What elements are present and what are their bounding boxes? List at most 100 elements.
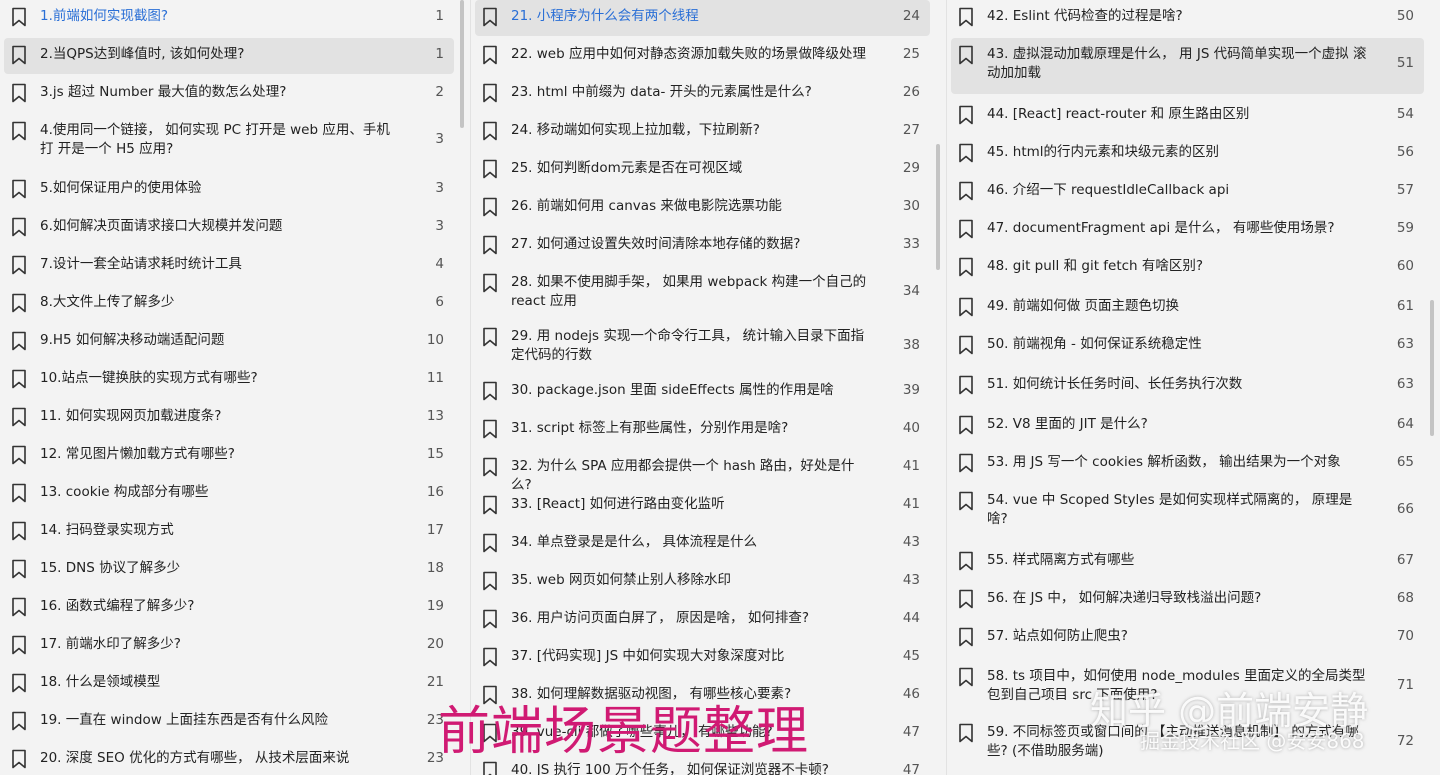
bookmark-page-number: 63: [1396, 336, 1414, 352]
bookmark-item[interactable]: 10.站点一键换肤的实现方式有哪些? 11: [4, 362, 454, 398]
bookmark-item[interactable]: 18. 什么是领域模型 21: [4, 666, 454, 702]
bookmark-icon: [10, 217, 28, 239]
bookmark-item[interactable]: 48. git pull 和 git fetch 有啥区别? 60: [951, 250, 1424, 286]
bookmark-item[interactable]: 54. vue 中 Scoped Styles 是如何实现样式隔离的， 原理是 …: [951, 484, 1424, 540]
bookmark-label: 22. web 应用中如何对静态资源加载失败的场景做降级处理: [511, 46, 866, 62]
bookmark-label: 56. 在 JS 中， 如何解决递归导致栈溢出问题?: [987, 590, 1262, 606]
bookmark-icon: [957, 257, 975, 279]
bookmark-icon: [10, 559, 28, 581]
bookmark-item[interactable]: 4.使用同一个链接， 如何实现 PC 打开是 web 应用、手机打 开是一个 H…: [4, 114, 454, 170]
bookmark-item[interactable]: 57. 站点如何防止爬虫? 70: [951, 620, 1424, 656]
bookmark-item[interactable]: 5.如何保证用户的使用体验 3: [4, 172, 454, 208]
bookmark-item[interactable]: 12. 常见图片懒加载方式有哪些? 15: [4, 438, 454, 474]
bookmark-item[interactable]: 47. documentFragment api 是什么， 有哪些使用场景? 59: [951, 212, 1424, 248]
bookmark-icon: [957, 335, 975, 357]
bookmark-icon: [481, 533, 499, 555]
bookmark-item[interactable]: 15. DNS 协议了解多少 18: [4, 552, 454, 588]
bookmark-item[interactable]: 43. 虚拟混动加载原理是什么， 用 JS 代码简单实现一个虚拟 滚动加加载 51: [951, 38, 1424, 94]
bookmark-page-number: 41: [902, 458, 920, 474]
bookmark-item[interactable]: 16. 函数式编程了解多少? 19: [4, 590, 454, 626]
bookmark-icon: [957, 453, 975, 475]
bookmark-label: 46. 介绍一下 requestIdleCallback api: [987, 182, 1230, 198]
bookmark-item[interactable]: 32. 为什么 SPA 应用都会提供一个 hash 路由，好处是什么? 41: [475, 450, 930, 493]
bookmark-icon: [957, 143, 975, 165]
bookmark-label: 21. 小程序为什么会有两个线程: [511, 8, 699, 24]
bookmark-label: 11. 如何实现网页加载进度条?: [40, 408, 222, 424]
bookmark-item[interactable]: 8.大文件上传了解多少 6: [4, 286, 454, 322]
bookmark-item[interactable]: 22. web 应用中如何对静态资源加载失败的场景做降级处理 25: [475, 38, 930, 74]
bookmark-item[interactable]: 11. 如何实现网页加载进度条? 13: [4, 400, 454, 436]
scrollbar-column-1[interactable]: [460, 0, 464, 128]
bookmark-item[interactable]: 42. Eslint 代码检查的过程是啥? 50: [951, 0, 1424, 34]
bookmark-item[interactable]: 50. 前端视角 - 如何保证系统稳定性 63: [951, 328, 1424, 364]
bookmark-column-2: 21. 小程序为什么会有两个线程 24 22. web 应用中如何对静态资源加载失败…: [470, 0, 946, 775]
bookmark-item[interactable]: 35. web 网页如何禁止别人移除水印 43: [475, 564, 930, 600]
bookmark-item[interactable]: 14. 扫码登录实现方式 17: [4, 514, 454, 550]
bookmark-item[interactable]: 55. 样式隔离方式有哪些 67: [951, 544, 1424, 580]
bookmark-label: 36. 用户访问页面白屏了， 原因是啥， 如何排查?: [511, 610, 810, 626]
bookmark-item[interactable]: 37. [代码实现] JS 中如何实现大对象深度对比 45: [475, 640, 930, 676]
bookmark-label: 42. Eslint 代码检查的过程是啥?: [987, 8, 1183, 24]
bookmark-item[interactable]: 52. V8 里面的 JIT 是什么? 64: [951, 408, 1424, 444]
bookmark-item[interactable]: 46. 介绍一下 requestIdleCallback api 57: [951, 174, 1424, 210]
bookmark-item[interactable]: 17. 前端水印了解多少? 20: [4, 628, 454, 664]
bookmark-item[interactable]: 53. 用 JS 写一个 cookies 解析函数， 输出结果为一个对象 65: [951, 446, 1424, 482]
bookmark-label: 4.使用同一个链接， 如何实现 PC 打开是 web 应用、手机打 开是一个 H…: [40, 122, 390, 157]
bookmark-icon: [10, 83, 28, 105]
bookmark-page-number: 71: [1396, 677, 1414, 693]
bookmark-label: 28. 如果不使用脚手架， 如果用 webpack 构建一个自己的 react …: [511, 274, 867, 309]
bookmark-item[interactable]: 24. 移动端如何实现上拉加载，下拉刷新? 27: [475, 114, 930, 150]
bookmark-item[interactable]: 13. cookie 构成部分有哪些 16: [4, 476, 454, 512]
bookmark-icon: [10, 597, 28, 619]
bookmark-item[interactable]: 34. 单点登录是是什么， 具体流程是什么 43: [475, 526, 930, 562]
bookmark-page-number: 72: [1396, 733, 1414, 749]
bookmark-item[interactable]: 20. 深度 SEO 优化的方式有哪些， 从技术层面来说 23: [4, 742, 454, 775]
bookmark-item[interactable]: 56. 在 JS 中， 如何解决递归导致栈溢出问题? 68: [951, 582, 1424, 618]
bookmark-icon: [957, 375, 975, 397]
bookmark-label: 19. 一直在 window 上面挂东西是否有什么风险: [40, 712, 329, 728]
bookmark-item[interactable]: 23. html 中前缀为 data- 开头的元素属性是什么? 26: [475, 76, 930, 112]
bookmark-item[interactable]: 6.如何解决页面请求接口大规模并发问题 3: [4, 210, 454, 246]
bookmark-icon: [10, 407, 28, 429]
bookmark-icon: [10, 121, 28, 143]
bookmark-page-number: 65: [1396, 454, 1414, 470]
bookmark-label: 43. 虚拟混动加载原理是什么， 用 JS 代码简单实现一个虚拟 滚动加加载: [987, 46, 1367, 81]
bookmark-page-number: 30: [902, 198, 920, 214]
bookmark-item[interactable]: 44. [React] react-router 和 原生路由区别 54: [951, 98, 1424, 134]
bookmark-icon: [10, 521, 28, 543]
bookmark-item[interactable]: 27. 如何通过设置失效时间清除本地存储的数据? 33: [475, 228, 930, 264]
bookmark-item[interactable]: 1.前端如何实现截图? 1: [4, 0, 454, 36]
bookmark-item[interactable]: 31. script 标签上有那些属性，分别作用是啥? 40: [475, 412, 930, 448]
bookmark-item[interactable]: 36. 用户访问页面白屏了， 原因是啥， 如何排查? 44: [475, 602, 930, 638]
bookmark-item[interactable]: 29. 用 nodejs 实现一个命令行工具， 统计输入目录下面指定代码的行数 3…: [475, 320, 930, 372]
bookmark-item[interactable]: 19. 一直在 window 上面挂东西是否有什么风险 23: [4, 704, 454, 740]
bookmark-item[interactable]: 30. package.json 里面 sideEffects 属性的作用是啥 3…: [475, 374, 930, 410]
bookmark-page-number: 21: [426, 674, 444, 690]
bookmark-page-number: 19: [426, 598, 444, 614]
bookmark-item[interactable]: 33. [React] 如何进行路由变化监听 41: [475, 488, 930, 524]
scrollbar-column-3[interactable]: [1430, 300, 1434, 436]
bookmark-item[interactable]: 7.设计一套全站请求耗时统计工具 4: [4, 248, 454, 284]
bookmark-page-number: 43: [902, 572, 920, 588]
bookmark-page-number: 1: [435, 8, 444, 24]
bookmark-label: 3.js 超过 Number 最大值的数怎么处理?: [40, 84, 287, 100]
bookmark-item[interactable]: 3.js 超过 Number 最大值的数怎么处理? 2: [4, 76, 454, 112]
bookmark-item[interactable]: 21. 小程序为什么会有两个线程 24: [475, 0, 930, 36]
bookmark-label: 50. 前端视角 - 如何保证系统稳定性: [987, 336, 1202, 352]
bookmark-label: 24. 移动端如何实现上拉加载，下拉刷新?: [511, 122, 760, 138]
bookmark-page-number: 10: [426, 332, 444, 348]
bookmark-page-number: 26: [902, 84, 920, 100]
bookmark-item[interactable]: 45. html的行内元素和块级元素的区别 56: [951, 136, 1424, 172]
bookmark-item[interactable]: 25. 如何判断dom元素是否在可视区域 29: [475, 152, 930, 188]
bookmark-icon: [10, 293, 28, 315]
bookmark-page-number: 66: [1396, 501, 1414, 517]
bookmark-page-number: 25: [902, 46, 920, 62]
bookmark-item[interactable]: 49. 前端如何做 页面主题色切换 61: [951, 290, 1424, 326]
bookmark-item[interactable]: 2.当QPS达到峰值时, 该如何处理? 1: [4, 38, 454, 74]
bookmark-item[interactable]: 28. 如果不使用脚手架， 如果用 webpack 构建一个自己的 react …: [475, 266, 930, 318]
bookmark-item[interactable]: 51. 如何统计长任务时间、长任务执行次数 63: [951, 368, 1424, 404]
bookmark-item[interactable]: 9.H5 如何解决移动端适配问题 10: [4, 324, 454, 360]
scrollbar-column-2[interactable]: [936, 144, 940, 270]
bookmark-item[interactable]: 26. 前端如何用 canvas 来做电影院选票功能 30: [475, 190, 930, 226]
bookmark-page-number: 33: [902, 236, 920, 252]
